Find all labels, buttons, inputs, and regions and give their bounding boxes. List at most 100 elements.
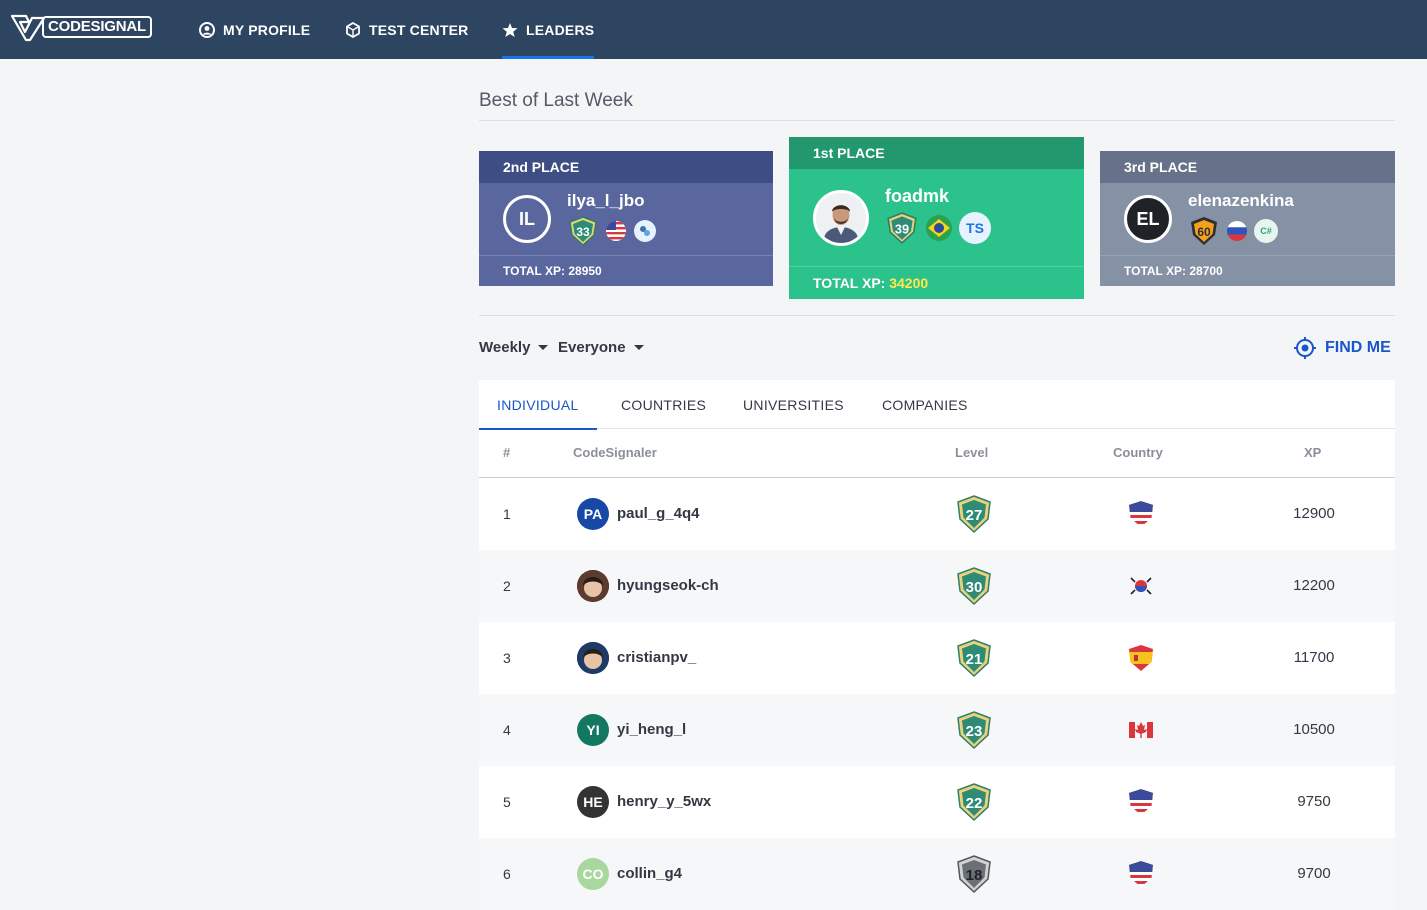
table-row[interactable]: 3 cristianpv_ 21 11700 [479, 622, 1395, 694]
level-shield-icon: 30 [957, 567, 991, 606]
section-title: Best of Last Week [479, 90, 633, 111]
period-value: Weekly [479, 339, 531, 356]
avatar-initials: YI [586, 722, 600, 738]
col-country[interactable]: Country [1113, 445, 1163, 460]
tab-countries[interactable]: COUNTRIES [621, 380, 706, 429]
nav-leaders[interactable]: LEADERS [502, 0, 595, 59]
tab-individual[interactable]: INDIVIDUAL [479, 380, 597, 430]
level-shield-icon: 18 [957, 855, 991, 894]
user-badges: 33 [567, 215, 657, 247]
level-shield-icon: 22 [957, 783, 991, 822]
us-flag-icon [1129, 789, 1153, 815]
level-shield-icon: 33 [569, 216, 597, 247]
place-label: 1st PLACE [789, 137, 1084, 169]
avatar-initials: PA [583, 506, 603, 522]
xp: 9750 [1297, 793, 1331, 810]
table-row[interactable]: 6 CO collin_g4 18 9700 [479, 838, 1395, 910]
username: foadmk [885, 186, 950, 206]
avatar[interactable] [577, 642, 609, 674]
col-xp[interactable]: XP [1304, 445, 1321, 460]
username[interactable]: hyungseok-ch [617, 577, 719, 594]
crosshair-icon [1294, 337, 1316, 359]
svg-text:23: 23 [966, 723, 983, 740]
xp: 12900 [1293, 505, 1335, 522]
tab-universities[interactable]: UNIVERSITIES [743, 380, 844, 429]
table-row[interactable]: 5 HE henry_y_5wx 22 9750 [479, 766, 1395, 838]
table-row[interactable]: 4 YI yi_heng_l 23 10500 [479, 694, 1395, 766]
avatar[interactable] [577, 570, 609, 602]
find-me-label: FIND ME [1325, 339, 1391, 356]
us-flag-icon [1129, 501, 1153, 527]
svg-text:39: 39 [895, 221, 909, 236]
caret-down-icon [633, 345, 644, 350]
username: ilya_l_jbo [567, 191, 645, 210]
leaderboard-tabs: INDIVIDUAL COUNTRIES UNIVERSITIES COMPAN… [479, 380, 1395, 430]
level-shield-icon: 23 [957, 711, 991, 750]
star-icon [502, 22, 518, 38]
username[interactable]: henry_y_5wx [617, 793, 711, 810]
language-badge-icon [634, 220, 656, 242]
place-label: 3rd PLACE [1100, 151, 1395, 183]
user-badges: 39 TS [885, 211, 991, 245]
podium-third[interactable]: 3rd PLACE EL elenazenkina 60 C# TOTAL XP… [1100, 151, 1395, 286]
ca-flag-icon [1129, 722, 1153, 738]
codesignal-logo[interactable]: CODESIGNAL [10, 11, 153, 43]
russia-flag-icon [1227, 221, 1247, 241]
find-me-button[interactable]: FIND ME [1293, 336, 1391, 360]
divider [479, 315, 1395, 316]
xp: 12200 [1293, 577, 1335, 594]
podium-first[interactable]: 1st PLACE foadmk 39 TS TOTAL XP: 34200 [789, 137, 1084, 299]
podium-second[interactable]: 2nd PLACE IL ilya_l_jbo 33 TOTAL XP: 289… [479, 151, 773, 286]
total-xp: TOTAL XP: 28700 [1100, 255, 1395, 286]
nav-my-profile[interactable]: MY PROFILE [199, 0, 310, 59]
svg-text:22: 22 [966, 795, 983, 812]
xp-value: 28700 [1189, 264, 1223, 278]
rank: 1 [503, 506, 511, 522]
typescript-badge-icon: TS [959, 212, 991, 244]
scope-dropdown[interactable]: Everyone [558, 339, 644, 356]
level-shield-icon: 27 [957, 495, 991, 534]
xp-value: 28950 [568, 264, 602, 278]
xp: 10500 [1293, 721, 1335, 738]
table-row[interactable]: 1 PA paul_g_4q4 27 12900 [479, 478, 1395, 550]
username[interactable]: yi_heng_l [617, 721, 686, 738]
codesignal-logo-icon [10, 14, 46, 42]
scope-value: Everyone [558, 339, 626, 356]
username[interactable]: collin_g4 [617, 865, 682, 882]
avatar[interactable]: HE [577, 786, 609, 818]
user-photo [816, 193, 866, 243]
level-shield-icon: 60 [1191, 217, 1217, 245]
total-xp: TOTAL XP: 34200 [789, 266, 1084, 299]
avatar-photo [577, 570, 609, 602]
tab-companies[interactable]: COMPANIES [882, 380, 968, 429]
brazil-flag-icon [926, 215, 952, 241]
avatar-initials: HE [583, 794, 603, 810]
nav-label: MY PROFILE [223, 21, 311, 38]
xp-value: 34200 [889, 275, 929, 291]
cube-icon [345, 21, 361, 38]
rank: 3 [503, 650, 511, 666]
xp-label: TOTAL XP: [503, 264, 566, 278]
avatar[interactable]: CO [577, 858, 609, 890]
place-label: 2nd PLACE [479, 151, 773, 183]
svg-text:60: 60 [1197, 225, 1211, 239]
table-row[interactable]: 2 hyungseok-ch 30 12200 [479, 550, 1395, 622]
nav-label: LEADERS [526, 21, 595, 38]
period-dropdown[interactable]: Weekly [479, 339, 549, 356]
col-level[interactable]: Level [955, 445, 988, 460]
user-badges: 60 C# [1188, 215, 1278, 247]
xp-label: TOTAL XP: [813, 275, 886, 291]
username[interactable]: paul_g_4q4 [617, 505, 700, 522]
avatar-photo [577, 642, 609, 674]
level-shield-icon: 21 [957, 639, 991, 678]
nav-test-center[interactable]: TEST CENTER [345, 0, 468, 59]
col-user[interactable]: CodeSignaler [573, 445, 657, 460]
logo-wordmark: CODESIGNAL [42, 16, 153, 38]
username[interactable]: cristianpv_ [617, 649, 696, 666]
avatar[interactable]: PA [577, 498, 609, 530]
nav-label: TEST CENTER [369, 21, 469, 38]
avatar-initials: CO [582, 866, 604, 882]
user-circle-icon [199, 21, 215, 38]
avatar[interactable]: YI [577, 714, 609, 746]
svg-text:21: 21 [966, 651, 983, 668]
